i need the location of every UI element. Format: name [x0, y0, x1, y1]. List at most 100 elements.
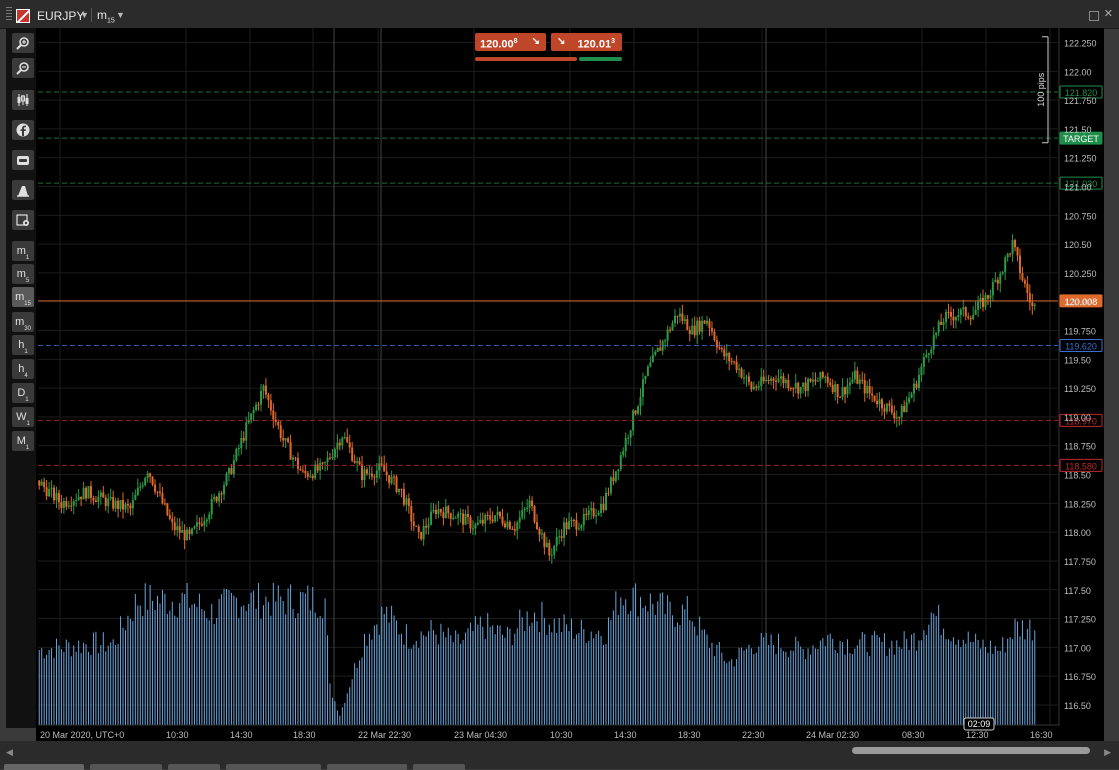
candle-body: [644, 375, 647, 380]
candle-body: [735, 361, 738, 370]
y-tick-label: 116.50: [1064, 701, 1091, 711]
timeframe-h4-button[interactable]: h4: [12, 359, 34, 379]
candle-body: [548, 542, 551, 556]
candle-body: [691, 325, 694, 335]
timeframe-w1-button[interactable]: W1: [12, 407, 34, 427]
candle-body: [745, 376, 748, 378]
candle-body: [634, 410, 637, 414]
scroll-left-icon[interactable]: ◀: [6, 747, 13, 758]
popout-icon[interactable]: [1089, 11, 1099, 21]
timeframe-m5-button[interactable]: m5: [12, 264, 34, 284]
candlestick-icon[interactable]: [12, 90, 34, 110]
x-tick-label: 08:30: [902, 730, 925, 740]
candle-body: [395, 476, 398, 492]
candle-body: [141, 485, 144, 487]
timeframe-dropdown-icon[interactable]: ▼: [116, 10, 125, 20]
bottom-tab[interactable]: [327, 764, 407, 770]
candle-body: [945, 311, 948, 323]
candle-body: [550, 554, 553, 556]
candle-body: [506, 521, 509, 528]
candle-body: [336, 442, 339, 450]
candle-body: [171, 518, 174, 523]
y-tick-label: 117.250: [1064, 615, 1096, 625]
bottom-tab[interactable]: [413, 764, 465, 770]
timeframe-m30-button[interactable]: m30: [12, 312, 34, 332]
candle-body: [89, 486, 92, 498]
candle-body: [348, 442, 351, 448]
candle-body: [555, 536, 558, 546]
candle-body: [1033, 304, 1036, 306]
close-icon[interactable]: ✕: [1104, 7, 1113, 20]
countdown-label: 02:09: [968, 719, 991, 729]
candle-body: [577, 528, 580, 530]
symbol-name[interactable]: EURJPY: [37, 9, 84, 23]
candle-body: [797, 382, 800, 394]
candle-body: [925, 354, 928, 358]
bottom-tab[interactable]: [90, 764, 162, 770]
horizontal-scrollbar[interactable]: [852, 747, 1090, 754]
candle-body: [915, 383, 918, 388]
candle-body: [1016, 247, 1019, 256]
timeframe-h1-button[interactable]: h1: [12, 335, 34, 355]
candle-body: [45, 487, 48, 497]
facebook-icon[interactable]: [12, 120, 34, 140]
timeframe-m1-button[interactable]: m1: [12, 241, 34, 261]
candle-body: [176, 526, 179, 531]
candle-body: [935, 332, 938, 336]
candle-body: [942, 322, 945, 325]
candle-body: [449, 513, 452, 519]
price-chart[interactable]: 121.820TARGET121.030120.008119.620118.97…: [36, 28, 1104, 741]
timeframe-m15-button[interactable]: m15: [12, 287, 34, 307]
candle-body: [99, 492, 102, 497]
sell-button[interactable]: 120.008 ↘: [475, 33, 546, 51]
scroll-right-icon[interactable]: ▶: [1104, 747, 1111, 758]
candle-body: [664, 340, 667, 342]
y-tick-label: 116.750: [1064, 672, 1096, 682]
candle-body: [609, 477, 612, 494]
bottom-tab[interactable]: [4, 764, 84, 770]
candle-body: [227, 468, 230, 474]
candle-body: [590, 508, 593, 511]
timeframe-w1-sub: 1: [26, 421, 30, 428]
x-tick-label: 22:30: [742, 730, 765, 740]
candle-body: [671, 323, 674, 331]
drawing-icon[interactable]: [12, 180, 34, 200]
candle-body: [619, 455, 622, 470]
candle-body: [296, 458, 299, 469]
timeframe-selector[interactable]: m15: [97, 8, 115, 24]
candle-body: [329, 457, 332, 459]
candle-body: [708, 320, 711, 328]
candle-body: [338, 442, 341, 446]
candle-body: [757, 386, 760, 388]
candle-body: [168, 515, 171, 519]
candle-body: [1021, 273, 1024, 281]
drag-handle[interactable]: [6, 7, 12, 21]
candle-body: [464, 513, 467, 525]
timeframe-mn1-button[interactable]: M1: [12, 431, 34, 451]
timeframe-d1-button[interactable]: D1: [12, 383, 34, 403]
candle-body: [816, 380, 819, 382]
candle-body: [385, 471, 388, 476]
buy-button[interactable]: ↘ 120.013: [551, 33, 622, 51]
bot-icon[interactable]: [12, 150, 34, 170]
symbol-dropdown-icon[interactable]: ▼: [80, 10, 89, 20]
bottom-tab[interactable]: [168, 764, 220, 770]
bottom-tab[interactable]: [226, 764, 321, 770]
chart-area[interactable]: 121.820 TARGET 121.030 120.008 119.620 118.97…: [36, 28, 1104, 741]
candle-body: [900, 405, 903, 418]
zoom-out-icon[interactable]: [12, 58, 34, 78]
candle-body: [109, 496, 112, 499]
candle-body: [962, 307, 965, 310]
candle-body: [178, 526, 181, 533]
candle-body: [75, 500, 78, 502]
timeframe-m1-label: m: [16, 245, 26, 257]
candle-body: [210, 499, 213, 515]
candle-body: [913, 383, 916, 394]
settings-icon[interactable]: [12, 210, 34, 230]
candle-body: [55, 493, 58, 501]
zoom-in-icon[interactable]: [12, 33, 34, 53]
candle-body: [947, 311, 950, 313]
candle-body: [368, 473, 371, 475]
candle-body: [641, 379, 644, 397]
candle-body: [597, 513, 600, 516]
